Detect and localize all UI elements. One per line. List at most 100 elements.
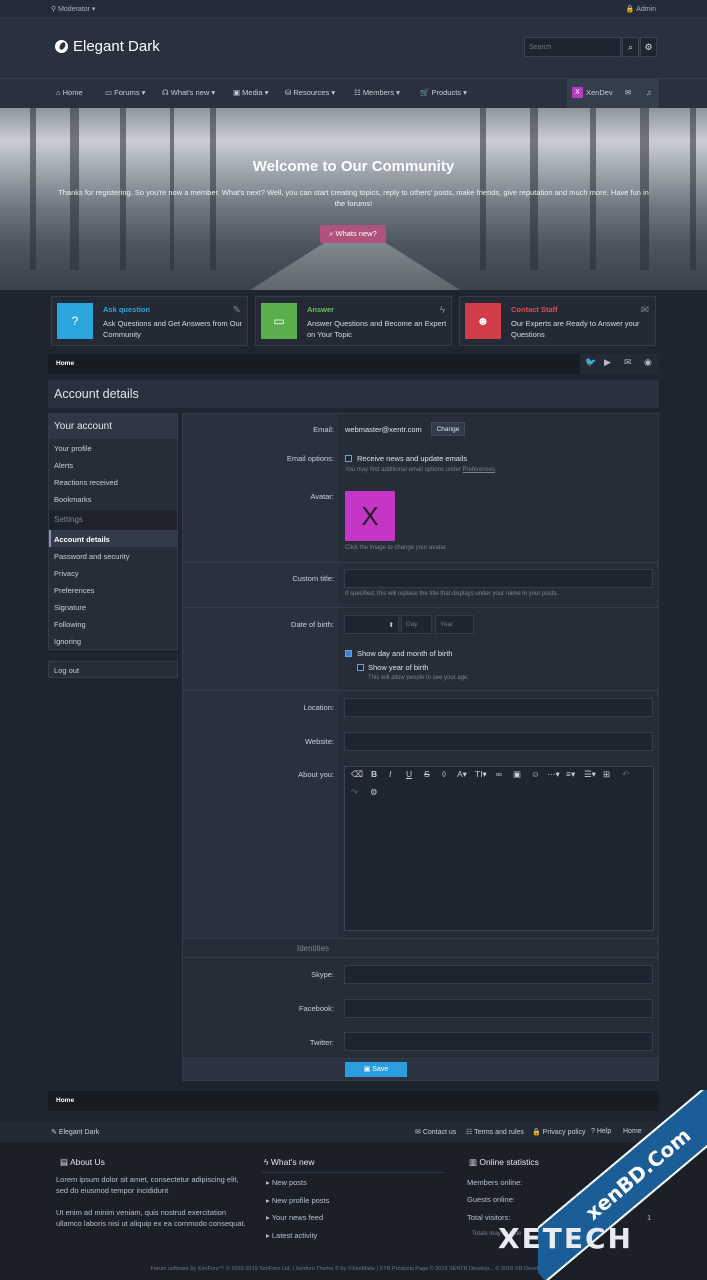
twitter-icon[interactable]: 🐦 [585, 357, 596, 368]
image-icon[interactable]: ▣ [513, 769, 521, 780]
underline-icon[interactable]: U [406, 769, 412, 779]
style-chooser[interactable]: ✎ Elegant Dark [51, 1128, 99, 1136]
admin-link[interactable]: 🔒 Admin [626, 5, 656, 13]
email-value: webmaster@xentr.com [345, 425, 422, 434]
sidebar-item-bookmarks[interactable]: Bookmarks [54, 495, 92, 504]
card-contact-staff[interactable]: ☻ Contact Staff Our Experts are Ready to… [459, 296, 656, 346]
card-ask-question[interactable]: ? Ask question Ask Questions and Get Ans… [51, 296, 248, 346]
bolt-icon: ϟ [439, 305, 445, 316]
sidebar-item-signature[interactable]: Signature [54, 603, 86, 612]
youtube-icon[interactable]: ▶ [604, 357, 611, 368]
breadcrumb-home-bottom[interactable]: Home [56, 1097, 74, 1104]
smiley-icon[interactable]: ☺ [531, 769, 540, 779]
italic-icon[interactable]: I [389, 769, 391, 779]
day-input[interactable]: Day [401, 615, 432, 634]
sidebar-item-profile[interactable]: Your profile [54, 444, 92, 453]
sidebar-item-preferences[interactable]: Preferences [54, 586, 94, 595]
show-day-month-checkbox[interactable] [345, 650, 352, 657]
align-icon[interactable]: ≡▾ [566, 769, 575, 780]
settings-icon[interactable]: ⚙ [370, 787, 378, 798]
breadcrumb-home[interactable]: Home [56, 360, 74, 367]
sidebar-item-account-details[interactable]: Account details [54, 535, 110, 544]
receive-news-label: Receive news and update emails [357, 454, 468, 463]
eraser-icon[interactable]: ⌫ [351, 769, 363, 780]
footer-new-profile-posts[interactable]: ▸ New profile posts [266, 1196, 329, 1207]
nav-forums-label: Forums [114, 88, 140, 97]
divider [262, 1172, 445, 1173]
top-bar [0, 0, 707, 18]
more-icon[interactable]: ⋯▾ [547, 769, 560, 780]
bold-icon[interactable]: B [371, 769, 377, 779]
footer-latest-activity[interactable]: ▸ Latest activity [266, 1231, 317, 1242]
dob-label: Date of birth: [291, 620, 334, 629]
color-icon[interactable]: ◊ [442, 769, 446, 779]
card-answer[interactable]: ▭ Answer Answer Questions and Become an … [255, 296, 452, 346]
preferences-link[interactable]: Preferences [463, 467, 495, 473]
skype-input[interactable] [344, 965, 653, 984]
search-options-button[interactable]: ⚙ [640, 37, 657, 57]
bell-icon[interactable]: ♫ [646, 88, 652, 97]
search-input[interactable] [524, 37, 621, 57]
whats-new-button[interactable]: ⌕ Whats new? [320, 225, 386, 243]
edit-icon: ✎ [232, 305, 241, 316]
inbox-icon[interactable]: ✉ [625, 88, 631, 97]
moderator-menu[interactable]: ⚲ Moderator ▾ [51, 5, 95, 13]
nav-home[interactable]: ⌂ Home [56, 88, 83, 97]
about-us-p1: Lorem ipsum dolor sit amet, consectetur … [56, 1175, 239, 1195]
footer-link-contact[interactable]: ✉ Contact us [415, 1128, 456, 1136]
nav-whats-new-label: What's new [170, 88, 210, 97]
chat-icon: ▭ [261, 303, 297, 339]
save-button[interactable]: ▣ Save [345, 1062, 407, 1077]
text-size-icon[interactable]: TI▾ [475, 769, 487, 780]
latest-activity-label: Latest activity [271, 1231, 318, 1240]
location-input[interactable] [344, 698, 653, 717]
year-input[interactable]: Year [435, 615, 474, 634]
sidebar-item-following[interactable]: Following [54, 620, 86, 629]
show-year-checkbox[interactable] [357, 664, 364, 671]
logout-button[interactable]: Log out [48, 661, 178, 678]
rss-icon[interactable]: ◉ [644, 357, 652, 368]
nav-whats-new[interactable]: ☊ What's new ▾ [162, 88, 215, 97]
sidebar-item-password[interactable]: Password and security [54, 552, 129, 561]
custom-title-input[interactable] [344, 569, 653, 588]
avatar-image[interactable]: X [345, 491, 395, 541]
card-desc: Our Experts are Ready to Answer your Que… [511, 319, 640, 339]
facebook-label: Facebook: [298, 1004, 334, 1013]
footer-news-feed[interactable]: ▸ Your news feed [266, 1213, 323, 1224]
terms-label: Terms and rules [474, 1129, 524, 1136]
nav-forums[interactable]: ▭ Forums ▾ [105, 88, 145, 97]
nav-home-label: Home [62, 88, 83, 97]
footer-link-terms[interactable]: ☷ Terms and rules [466, 1128, 524, 1136]
nav-media[interactable]: ▣ Media ▾ [233, 88, 268, 97]
redo-icon[interactable]: ↷ [351, 787, 358, 798]
sidebar-item-alerts[interactable]: Alerts [54, 461, 73, 470]
search-button[interactable]: ⌕ [622, 37, 639, 57]
table-icon[interactable]: ⊞ [603, 769, 610, 780]
font-icon[interactable]: A▾ [457, 769, 467, 780]
link-icon[interactable]: ∞ [496, 769, 502, 779]
email-icon[interactable]: ✉ [624, 357, 632, 368]
stats-title: Online statistics [479, 1157, 539, 1167]
twitter-input[interactable] [344, 1032, 653, 1051]
website-input[interactable] [344, 732, 653, 751]
nav-products[interactable]: 🛒 Products ▾ [420, 88, 467, 97]
footer-new-posts[interactable]: ▸ New posts [266, 1178, 307, 1189]
custom-title-hint: If specified, this will replace the titl… [345, 591, 559, 597]
strike-icon[interactable]: S [424, 769, 430, 779]
location-label: Location: [303, 703, 334, 712]
sidebar-item-reactions[interactable]: Reactions received [54, 478, 118, 487]
sidebar-item-ignoring[interactable]: Ignoring [54, 637, 81, 646]
month-select[interactable]: ⬍ [344, 615, 399, 634]
list-icon[interactable]: ☰▾ [584, 769, 596, 780]
sidebar-item-privacy[interactable]: Privacy [54, 569, 79, 578]
facebook-input[interactable] [344, 999, 653, 1018]
receive-news-checkbox[interactable] [345, 455, 352, 462]
about-editor[interactable] [344, 766, 654, 931]
user-name[interactable]: XenDev [586, 88, 613, 97]
site-logo[interactable]: Elegant Dark [55, 38, 160, 55]
nav-resources[interactable]: ⛁ Resources ▾ [285, 88, 335, 97]
change-email-button[interactable]: Change [431, 422, 465, 436]
hero-title: Welcome to Our Community [252, 158, 455, 175]
undo-icon[interactable]: ↶ [622, 769, 629, 780]
nav-members[interactable]: ☷ Members ▾ [354, 88, 400, 97]
